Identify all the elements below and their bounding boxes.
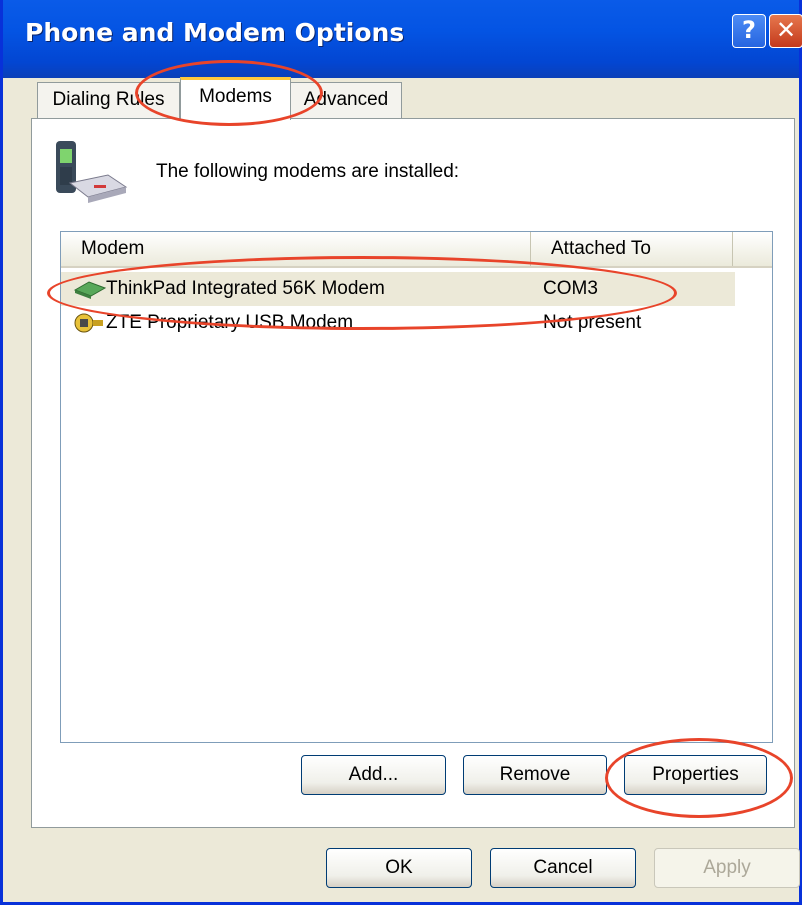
apply-button[interactable]: Apply bbox=[654, 848, 800, 888]
intro-text: The following modems are installed: bbox=[156, 161, 460, 182]
modem-card-icon bbox=[73, 281, 107, 299]
column-header-modem[interactable]: Modem bbox=[61, 232, 531, 266]
attached-to: Not present bbox=[543, 312, 642, 333]
list-item[interactable]: ZTE Proprietary USB Modem Not present bbox=[61, 306, 735, 340]
title-bar[interactable]: Phone and Modem Options ? ✕ bbox=[3, 0, 802, 78]
close-button[interactable]: ✕ bbox=[769, 14, 802, 48]
tab-advanced[interactable]: Advanced bbox=[290, 82, 402, 118]
modem-name: ThinkPad Integrated 56K Modem bbox=[106, 278, 385, 299]
remove-button[interactable]: Remove bbox=[463, 755, 607, 795]
dialog-window: Phone and Modem Options ? ✕ Dialing Rule… bbox=[0, 0, 802, 905]
window-title: Phone and Modem Options bbox=[25, 18, 405, 47]
ok-button[interactable]: OK bbox=[326, 848, 472, 888]
column-header-attached-to[interactable]: Attached To bbox=[531, 232, 733, 266]
usb-modem-icon bbox=[74, 313, 103, 333]
cancel-button[interactable]: Cancel bbox=[490, 848, 636, 888]
tab-modems[interactable]: Modems bbox=[180, 77, 291, 120]
add-button[interactable]: Add... bbox=[301, 755, 446, 795]
phone-modem-icon bbox=[56, 141, 128, 203]
attached-to: COM3 bbox=[543, 278, 598, 299]
modem-list[interactable]: Modem Attached To ThinkPad Integrated 56… bbox=[60, 231, 773, 743]
list-item[interactable]: ThinkPad Integrated 56K Modem COM3 bbox=[61, 272, 735, 306]
help-button[interactable]: ? bbox=[732, 14, 766, 48]
properties-button[interactable]: Properties bbox=[624, 755, 767, 795]
modems-tab-panel: The following modems are installed: Mode… bbox=[31, 118, 795, 828]
list-header: Modem Attached To bbox=[61, 232, 772, 268]
tab-dialing-rules[interactable]: Dialing Rules bbox=[37, 82, 180, 118]
modem-name: ZTE Proprietary USB Modem bbox=[106, 312, 354, 333]
